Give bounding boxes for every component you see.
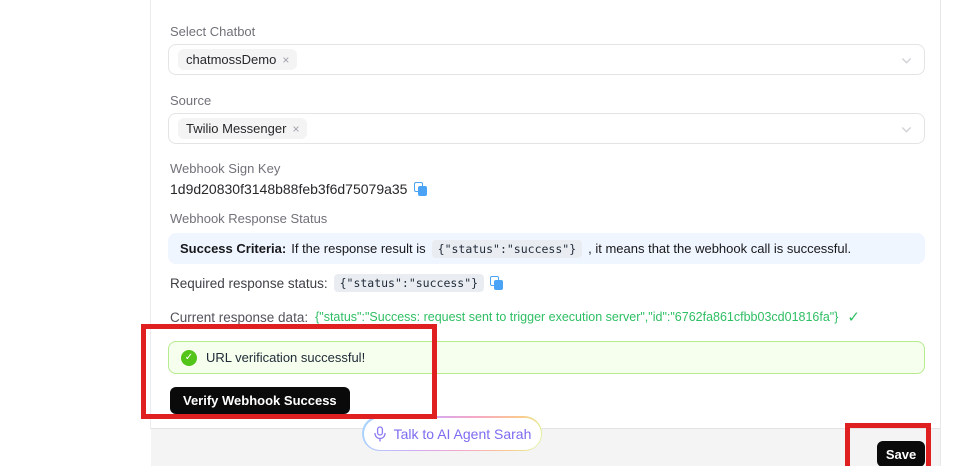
url-verification-message: URL verification successful! — [206, 350, 365, 365]
content-right-border — [940, 0, 941, 466]
chatbot-tag: chatmossDemo × — [178, 49, 297, 70]
save-button[interactable]: Save — [877, 441, 925, 466]
success-criteria-banner: Success Criteria: If the response result… — [168, 233, 925, 264]
talk-to-agent-button[interactable]: Talk to AI Agent Sarah — [362, 416, 542, 451]
talk-to-agent-inner: Talk to AI Agent Sarah — [364, 418, 541, 450]
talk-to-agent-label: Talk to AI Agent Sarah — [394, 426, 532, 442]
chevron-down-icon — [900, 54, 913, 72]
chatbot-select[interactable]: chatmossDemo × — [168, 44, 925, 75]
sign-key-row: 1d9d20830f3148b88feb3f6d75079a35 — [170, 181, 428, 197]
webhook-settings-page: Select Chatbot chatmossDemo × Source Twi… — [0, 0, 974, 466]
current-response-value: {"status":"Success: request sent to trig… — [315, 310, 838, 324]
verify-webhook-button[interactable]: Verify Webhook Success — [170, 387, 350, 414]
check-circle-icon: ✓ — [181, 350, 197, 366]
source-label: Source — [170, 93, 211, 108]
current-response-row: Current response data: {"status":"Succes… — [170, 308, 860, 326]
sign-key-label: Webhook Sign Key — [170, 161, 280, 176]
response-check-icon: ✓ — [847, 308, 860, 326]
url-verification-alert: ✓ URL verification successful! — [168, 341, 925, 374]
success-criteria-text-post: , it means that the webhook call is succ… — [588, 241, 851, 256]
sign-key-value: 1d9d20830f3148b88feb3f6d75079a35 — [170, 181, 407, 197]
chatbot-tag-label: chatmossDemo — [186, 52, 276, 67]
microphone-icon — [373, 426, 387, 442]
success-criteria-code: {"status":"success"} — [432, 240, 582, 258]
chevron-down-icon — [900, 123, 913, 141]
footer-bar — [151, 429, 940, 466]
source-tag-label: Twilio Messenger — [186, 121, 286, 136]
required-status-row: Required response status: {"status":"suc… — [170, 274, 504, 292]
required-status-label: Required response status: — [170, 276, 328, 291]
source-tag: Twilio Messenger × — [178, 118, 307, 139]
response-status-label: Webhook Response Status — [170, 211, 327, 226]
success-criteria-text-pre: If the response result is — [291, 241, 425, 256]
remove-chatbot-tag-icon[interactable]: × — [282, 54, 289, 66]
select-chatbot-label: Select Chatbot — [170, 24, 255, 39]
current-response-label: Current response data: — [170, 310, 308, 325]
remove-source-tag-icon[interactable]: × — [292, 123, 299, 135]
content-left-border — [150, 0, 151, 428]
required-status-code: {"status":"success"} — [334, 274, 484, 292]
copy-icon[interactable] — [414, 182, 428, 197]
copy-icon[interactable] — [490, 276, 504, 291]
success-criteria-title: Success Criteria: — [180, 241, 286, 256]
source-select[interactable]: Twilio Messenger × — [168, 113, 925, 144]
